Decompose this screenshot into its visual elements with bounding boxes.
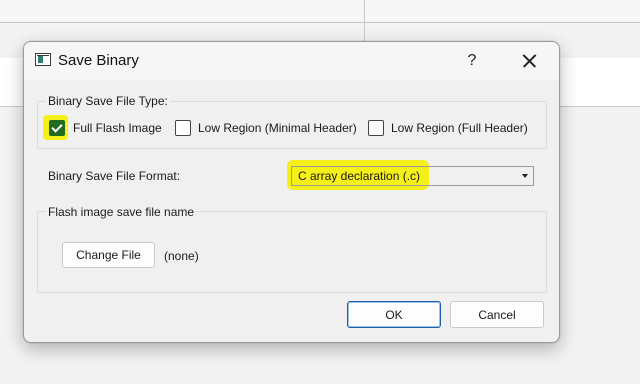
file-type-label: Binary Save File Type: [46,94,170,108]
low-region-full-label[interactable]: Low Region (Full Header) [391,121,528,135]
dialog-title: Save Binary [58,52,139,69]
background-app-toolbar [0,0,640,23]
close-icon[interactable] [517,48,541,74]
low-region-minimal-checkbox[interactable] [175,120,191,136]
dialog-titlebar: Save Binary ? [24,42,559,80]
file-format-label: Binary Save File Format: [48,169,181,183]
cancel-button[interactable]: Cancel [450,301,544,328]
file-format-value: C array declaration (.c) [298,169,421,183]
full-flash-image-label[interactable]: Full Flash Image [73,121,162,135]
help-button[interactable]: ? [462,48,482,74]
file-format-select[interactable]: C array declaration (.c) [291,166,534,186]
save-binary-dialog: Save Binary ? Binary Save File Type: Ful… [23,41,560,343]
full-flash-image-checkbox[interactable] [49,120,65,136]
change-file-button[interactable]: Change File [62,242,155,268]
save-name-label: Flash image save file name [46,205,197,219]
chevron-down-icon [522,174,528,178]
app-window-icon [35,53,51,66]
ok-button[interactable]: OK [347,301,441,328]
low-region-full-checkbox[interactable] [368,120,384,136]
low-region-minimal-label[interactable]: Low Region (Minimal Header) [198,121,357,135]
save-file-name-value: (none) [164,249,199,263]
